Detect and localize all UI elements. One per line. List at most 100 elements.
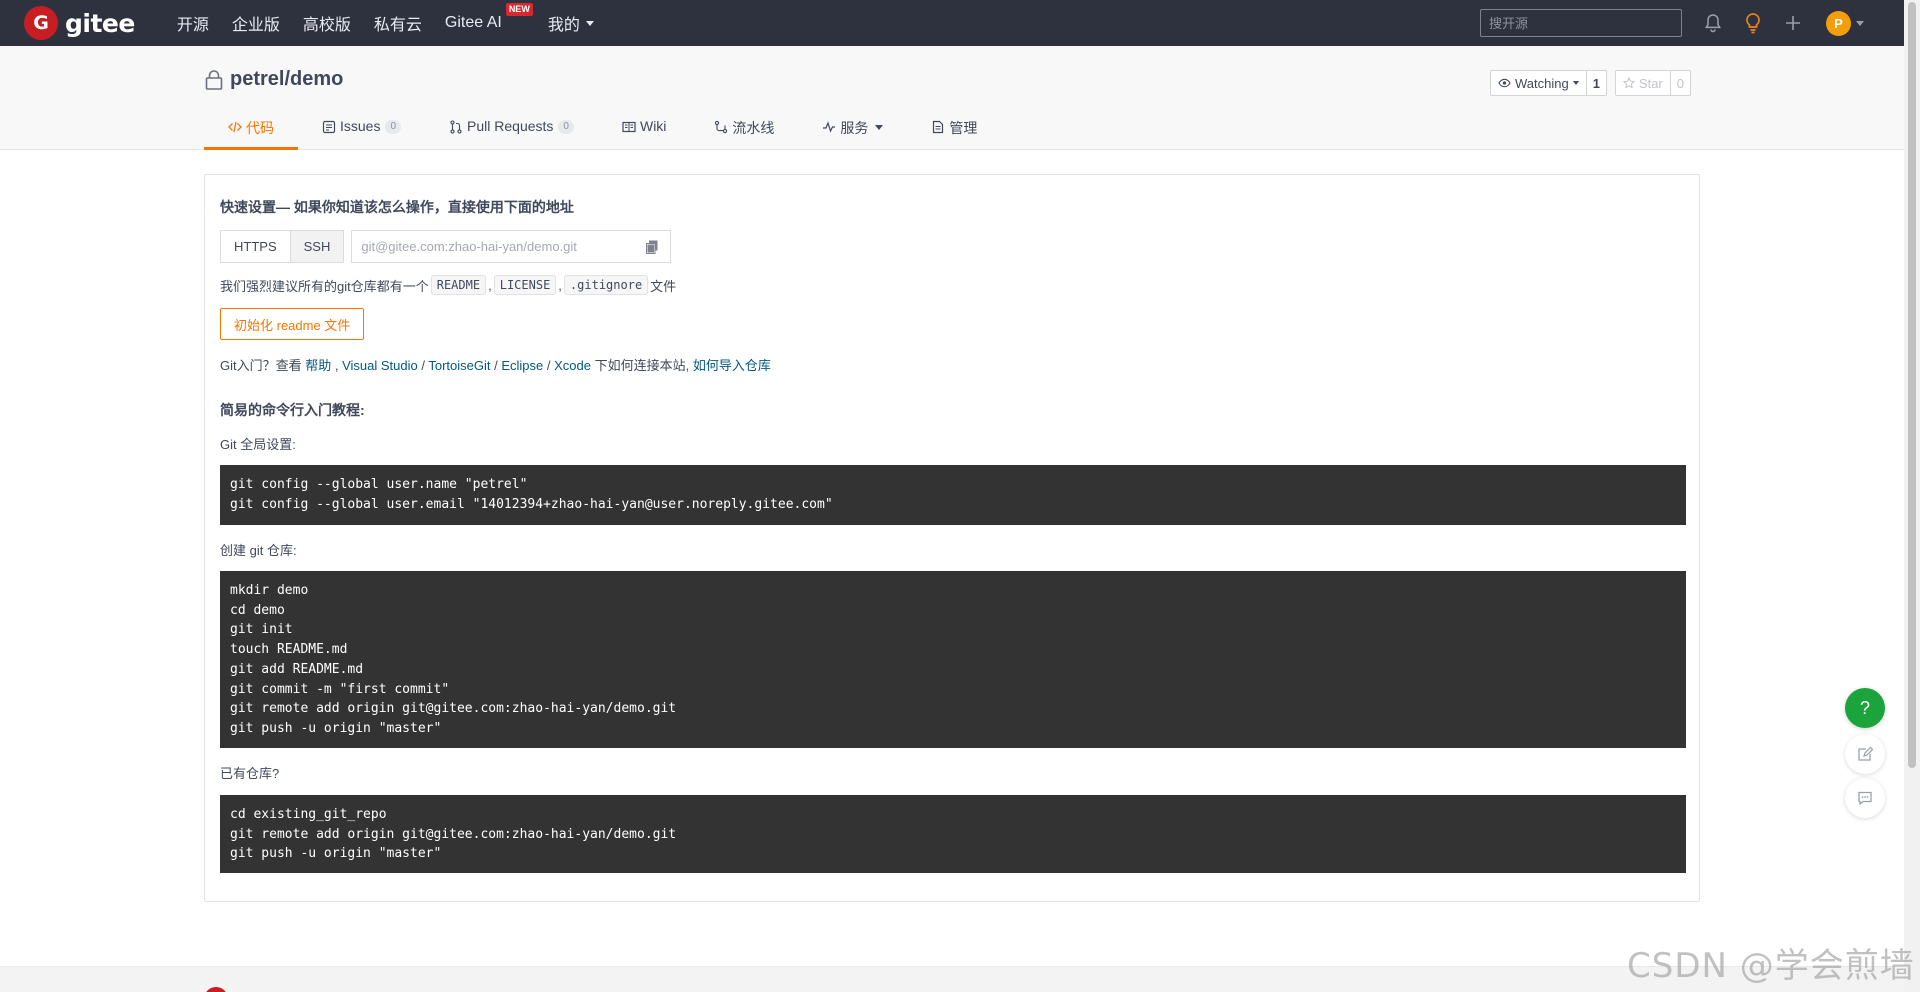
tab-pull-requests[interactable]: Pull Requests 0: [425, 118, 598, 150]
main-nav: 开源 企业版 高校版 私有云 Gitee AI NEW 我的: [177, 0, 617, 46]
watch-label: Watching: [1514, 75, 1569, 91]
tab-wiki-label: Wiki: [639, 118, 667, 134]
watch-count[interactable]: 1: [1586, 70, 1607, 96]
tab-pipeline[interactable]: 流水线: [690, 118, 798, 150]
nav-enterprise[interactable]: 企业版: [232, 11, 280, 35]
star-count[interactable]: 0: [1670, 70, 1691, 96]
tab-issues[interactable]: Issues 0: [298, 118, 425, 150]
nav-mine-dropdown[interactable]: 我的: [548, 11, 594, 35]
eye-icon: [1498, 78, 1511, 88]
user-menu[interactable]: P: [1826, 10, 1864, 36]
existing-repo-label: 已有仓库?: [220, 766, 280, 781]
chevron-down-icon: [585, 20, 594, 26]
git-intro-middle: 下如何连接本站,: [590, 358, 693, 373]
gitee-logo-text: gitee: [65, 8, 135, 38]
clone-url-input[interactable]: [352, 231, 633, 262]
feedback-float-button[interactable]: [1845, 734, 1885, 774]
watch-button[interactable]: Watching: [1489, 70, 1587, 96]
recommend-suffix: 文件: [650, 278, 677, 294]
eclipse-link[interactable]: Eclipse: [501, 358, 543, 373]
star-group: Star 0: [1614, 70, 1691, 96]
new-badge: NEW: [505, 3, 533, 16]
nav-open-source[interactable]: 开源: [177, 11, 209, 35]
nav-education[interactable]: 高校版: [303, 11, 351, 35]
separator: /: [417, 358, 429, 373]
issues-icon: [322, 120, 336, 134]
tab-service[interactable]: 服务: [798, 118, 907, 150]
separator: /: [490, 358, 502, 373]
tutorial-heading: 简易的命令行入门教程:: [220, 402, 365, 418]
avatar: P: [1826, 10, 1851, 36]
chevron-down-icon: [875, 125, 884, 130]
visual-studio-link[interactable]: Visual Studio: [342, 358, 418, 373]
help-link[interactable]: 帮助: [305, 358, 331, 373]
lock-icon: [205, 69, 223, 90]
chevron-down-icon: [1856, 20, 1864, 26]
tab-code-label: 代码: [246, 120, 274, 136]
gitee-footer-logo-icon: [204, 987, 228, 992]
separator: ,: [488, 277, 492, 293]
git-intro-prefix: Git入门？查看: [220, 358, 306, 373]
repo-tabs: 代码 Issues 0 Pull Requests 0 Wiki 流水线 服务 …: [204, 118, 1001, 150]
chevron-down-icon: [1572, 81, 1579, 85]
help-float-button[interactable]: ?: [1845, 688, 1885, 728]
readme-pill: README: [430, 275, 487, 295]
issues-count-badge: 0: [385, 120, 402, 134]
nav-private-cloud[interactable]: 私有云: [374, 11, 422, 35]
pipeline-icon: [715, 120, 728, 134]
gitee-logo[interactable]: G gitee: [24, 6, 135, 40]
clone-url-field: [351, 230, 672, 263]
tab-service-label: 服务: [840, 120, 869, 136]
ssh-button[interactable]: SSH: [290, 230, 345, 263]
existing-repo-code: cd existing_git_repo git remote add orig…: [220, 795, 1686, 873]
edit-icon: [1858, 746, 1873, 761]
xcode-link[interactable]: Xcode: [554, 358, 591, 373]
pulse-icon: [823, 121, 836, 133]
chat-float-button[interactable]: [1845, 778, 1885, 818]
git-intro-text: Git入门？查看 帮助 , Visual Studio / TortoiseGi…: [220, 355, 771, 374]
top-navbar: G gitee 开源 企业版 高校版 私有云 Gitee AI NEW 我的 P: [0, 0, 1904, 46]
code-icon: [228, 121, 242, 133]
quick-setup-heading: 快速设置— 如果你知道该怎么操作，直接使用下面的地址: [220, 199, 574, 215]
nav-gitee-ai[interactable]: Gitee AI NEW: [445, 3, 533, 32]
gitee-logo-icon: G: [24, 6, 58, 40]
page-footer: [0, 966, 1904, 992]
project-title: petrel/demo: [204, 68, 343, 91]
import-repo-link[interactable]: 如何导入仓库: [693, 358, 771, 373]
project-name-link[interactable]: petrel/demo: [230, 68, 343, 91]
https-button[interactable]: HTTPS: [220, 230, 291, 263]
tab-issues-label: Issues: [340, 118, 381, 134]
watermark: CSDN @学会煎墙: [1627, 946, 1915, 986]
separator: ,: [558, 277, 562, 293]
license-pill: LICENSE: [493, 275, 557, 295]
bell-icon[interactable]: [1702, 12, 1724, 34]
star-button[interactable]: Star: [1614, 70, 1671, 96]
scrollbar-thumb[interactable]: [1908, 2, 1916, 768]
chat-icon: [1858, 791, 1872, 806]
lightbulb-icon[interactable]: [1742, 12, 1764, 34]
separator: ,: [331, 358, 343, 373]
tab-wiki[interactable]: Wiki: [598, 118, 690, 150]
tab-manage-label: 管理: [949, 120, 978, 136]
gitignore-pill: .gitignore: [563, 275, 649, 295]
plus-icon[interactable]: [1782, 12, 1804, 34]
tab-pipeline-label: 流水线: [732, 120, 775, 136]
watch-group: Watching 1: [1489, 70, 1607, 96]
pulls-count-badge: 0: [558, 120, 574, 134]
recommend-files-text: 我们强烈建议所有的git仓库都有一个 README , LICENSE , .g…: [220, 275, 676, 295]
create-repo-label: 创建 git 仓库:: [220, 543, 297, 558]
pull-request-icon: [450, 120, 462, 134]
tortoisegit-link[interactable]: TortoiseGit: [428, 358, 490, 373]
tab-pull-requests-label: Pull Requests: [467, 118, 554, 134]
tab-code[interactable]: 代码: [204, 118, 298, 150]
star-icon: [1622, 77, 1635, 89]
nav-mine-label: 我的: [547, 17, 580, 34]
global-settings-code: git config --global user.name "petrel" g…: [220, 465, 1686, 525]
page-scrollbar[interactable]: [1904, 0, 1920, 992]
init-readme-button[interactable]: 初始化 readme 文件: [220, 308, 365, 340]
copy-icon[interactable]: [646, 240, 658, 254]
tab-manage[interactable]: 管理: [907, 118, 1001, 150]
navbar-right: P: [1480, 0, 1904, 46]
clone-url-row: HTTPS SSH: [220, 230, 672, 263]
search-input[interactable]: [1480, 9, 1682, 37]
